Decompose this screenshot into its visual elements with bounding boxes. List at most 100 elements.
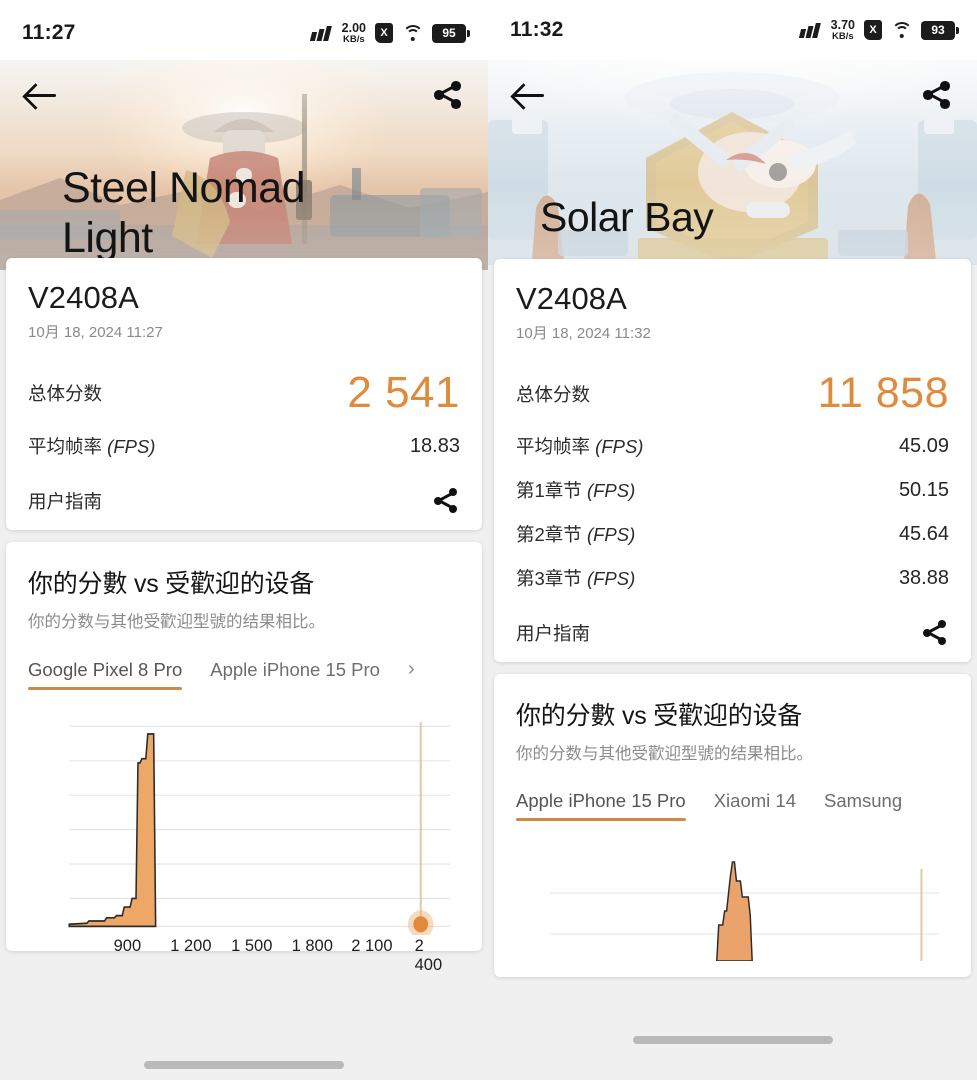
chart-gridlines [69,725,451,927]
sim-card-icon: X [375,23,393,43]
hero-banner: Solar Bay [488,60,977,265]
signal-icon [798,22,822,38]
x-tick-4: 2 100 [351,937,393,955]
row-label-text: 第1章节 [516,480,582,501]
row-label: 第3章节 (FPS) [516,565,635,591]
device-tabs[interactable]: Google Pixel 8 Pro Apple iPhone 15 Pro › [28,658,460,690]
benchmark-title: Steel Nomad Light [62,163,306,263]
table-row: 平均帧率 (FPS) 18.83 [28,424,460,468]
share-icon[interactable] [434,488,460,514]
row-value: 2 541 [347,368,460,417]
tab-overflow-chevron-icon[interactable]: › [408,658,415,690]
row-value: 11 858 [817,369,949,417]
row-label: 总体分数 [28,383,103,404]
device-tabs[interactable]: Apple iPhone 15 Pro Xiaomi 14 Samsung [516,790,949,821]
share-icon[interactable] [434,80,464,110]
wifi-icon [402,25,423,41]
user-guide-label[interactable]: 用户指南 [28,488,102,514]
user-guide-label[interactable]: 用户指南 [516,620,590,646]
wifi-icon [891,22,912,38]
score-rows: 总体分数 11 858 平均帧率 (FPS) 45.09 第1章节 (FPS) … [516,367,949,600]
status-icons: 2.00 KB/s X 95 [309,22,470,44]
row-label-text: 平均帧率 [516,436,591,457]
row-label: 平均帧率 (FPS) [516,433,643,459]
score-rows: 总体分数 2 541 平均帧率 (FPS) 18.83 [28,366,460,468]
comparison-card: 你的分數 vs 受歡迎的设备 你的分数与其他受歡迎型號的结果相比。 Apple … [494,674,971,977]
hero-toolbar [488,60,977,130]
row-label-unit: (FPS) [586,480,636,501]
back-arrow-icon[interactable] [512,80,546,110]
tab-device-0[interactable]: Apple iPhone 15 Pro [516,790,686,821]
row-value: 38.88 [898,566,949,589]
row-label-text: 平均帧率 [28,436,103,457]
row-label-text: 第3章节 [516,568,582,589]
device-name: V2408A [516,281,627,316]
row-label: 平均帧率 (FPS) [28,433,155,459]
histogram-svg [68,722,451,935]
battery-icon: 95 [432,23,470,43]
comparison-title: 你的分數 vs 受歡迎的设备 [28,570,315,598]
status-icons: 3.70 KB/s X 93 [798,19,959,41]
comparison-title: 你的分數 vs 受歡迎的设备 [516,702,803,730]
comparison-subtitle: 你的分数与其他受歡迎型號的结果相比。 [28,613,325,631]
table-row: 总体分数 11 858 [516,367,949,424]
table-row: 第3章节 (FPS) 38.88 [516,556,949,600]
comparison-card: 你的分數 vs 受歡迎的设备 你的分数与其他受歡迎型號的结果相比。 Google… [6,542,482,974]
row-label-unit: (FPS) [586,524,636,545]
x-tick-5: 2 400 [414,937,443,974]
sim-card-icon: X [864,20,882,40]
row-label-unit: (FPS) [107,436,156,457]
user-guide-row[interactable]: 用户指南 [28,488,460,514]
network-speed-value: 3.70 [830,18,855,32]
status-bar: 11:32 3.70 KB/s X 93 [488,0,977,60]
histogram-area [716,861,753,961]
row-value: 50.15 [898,478,949,501]
row-label-unit: (FPS) [586,568,636,589]
row-label-unit: (FPS) [595,436,644,457]
run-datetime: 10月 18, 2024 11:32 [516,325,651,342]
network-speed: 3.70 KB/s [831,19,855,41]
left-phone-screen: 11:27 2.00 KB/s X 95 Steel Nomad Light V… [0,0,488,1080]
histogram-svg [549,861,940,961]
benchmark-title: Solar Bay [540,193,714,240]
user-guide-row[interactable]: 用户指南 [516,620,949,646]
tab-device-1[interactable]: Xiaomi 14 [714,790,796,821]
table-row: 第1章节 (FPS) 50.15 [516,468,949,512]
home-indicator [144,1061,344,1069]
hero-toolbar [0,60,488,130]
right-phone-screen: 11:32 3.70 KB/s X 93 Solar Bay V2408A 10… [488,0,977,1080]
row-label-text: 第2章节 [516,524,582,545]
user-score-marker [413,916,429,933]
table-row: 总体分数 2 541 [28,366,460,424]
row-label: 第2章节 (FPS) [516,521,635,547]
score-distribution-chart: 900 1 200 1 500 1 800 2 100 2 400 [28,720,460,974]
network-speed-value: 2.00 [341,21,366,35]
x-tick-3: 1 800 [291,937,333,955]
share-icon[interactable] [923,80,953,110]
status-time: 11:32 [510,18,564,41]
chart-x-axis-labels: 900 1 200 1 500 1 800 2 100 2 400 [28,937,460,974]
network-speed: 2.00 KB/s [342,22,366,44]
network-speed-unit: KB/s [343,33,365,45]
x-tick-2: 1 500 [231,937,273,955]
signal-icon [309,25,333,41]
battery-icon: 93 [921,20,959,40]
table-row: 第2章节 (FPS) 45.64 [516,512,949,556]
row-value: 45.64 [898,522,949,545]
score-distribution-chart [516,851,949,961]
back-arrow-icon[interactable] [24,80,58,110]
device-name: V2408A [28,280,139,315]
x-tick-1: 1 200 [170,937,212,955]
row-value: 18.83 [409,434,460,457]
tab-device-1[interactable]: Apple iPhone 15 Pro [210,659,380,690]
row-label: 第1章节 (FPS) [516,477,635,503]
share-icon[interactable] [923,620,949,646]
home-indicator [632,1036,833,1044]
x-tick-0: 900 [113,937,142,955]
tab-device-2[interactable]: Samsung [824,790,902,821]
dual-screenshot-container: 11:27 2.00 KB/s X 95 Steel Nomad Light V… [0,0,977,1080]
tab-device-0[interactable]: Google Pixel 8 Pro [28,659,183,690]
status-time: 11:27 [22,21,76,44]
score-card: V2408A 10月 18, 2024 11:27 总体分数 2 541 平均帧… [6,258,482,530]
status-bar: 11:27 2.00 KB/s X 95 [0,0,488,60]
